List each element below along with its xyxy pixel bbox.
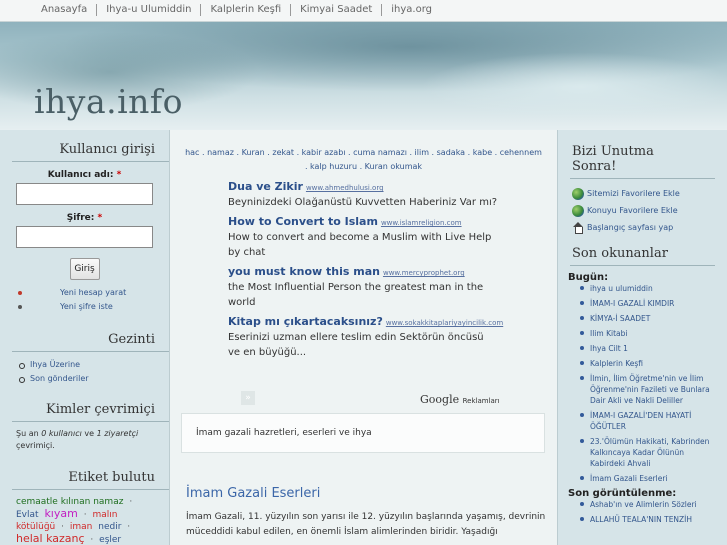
ad-title[interactable]: Dua ve Zikir www.ahmedhulusi.org [228, 180, 557, 193]
navigation-block: Gezinti Ihya Üzerine Son gönderiler [0, 332, 169, 386]
ad-description: Beyninizdeki Olağanüstü Kuvvetten Haberi… [228, 197, 498, 208]
views-label: Son görüntülenme: [568, 488, 677, 499]
username-label: Kullanıcı adı: * [47, 170, 122, 180]
bookmark-title: Bizi Unutma Sonra! [570, 144, 715, 179]
nav-link-ihya-org[interactable]: ihya.org [382, 4, 441, 16]
article-title[interactable]: İmam Gazali Eserleri [186, 486, 320, 501]
home-icon [572, 221, 584, 234]
tag-link[interactable]: cemaatle kılınan namaz [16, 497, 123, 507]
top-nav-list: Anasayfa Ihya-u Ulumiddin Kalplerin Keşf… [0, 0, 727, 16]
add-topic-favorites-link[interactable]: Konuyu Favorilere Ekle [572, 202, 727, 219]
site-title[interactable]: ihya.info [34, 82, 183, 121]
list-item[interactable]: Ilim Kitabi [580, 328, 717, 339]
category-tags[interactable]: hac . namaz . Kuran . zekat . kabir azab… [170, 130, 557, 174]
username-field[interactable] [16, 183, 153, 205]
list-item[interactable]: İMAM-I GAZALİ KIMDIR [580, 298, 717, 309]
ad-url[interactable]: www.mercyprophet.org [383, 269, 465, 277]
google-ads-badge[interactable]: Google Reklamları [420, 393, 500, 406]
bullet-icon [18, 305, 22, 309]
ad-item[interactable]: Dua ve Zikir www.ahmedhulusi.org Beyniniz… [228, 180, 557, 210]
list-item[interactable]: İMAM-I GAZALİ'DEN HAYATİ ÖĞÜTLER [580, 410, 717, 432]
bullet-icon [18, 291, 22, 295]
top-navigation: Anasayfa Ihya-u Ulumiddin Kalplerin Keşf… [0, 0, 727, 22]
left-sidebar: Kullanıcı girişi Kullanıcı adı: * Şifre:… [0, 130, 169, 545]
nav-link-kalplerin-kesfi[interactable]: Kalplerin Keşfi [201, 4, 292, 16]
site-header: ihya.info [0, 22, 727, 130]
ad-url[interactable]: www.islamreligion.com [381, 219, 462, 227]
ad-item[interactable]: you must know this man www.mercyprophet.o… [228, 265, 557, 310]
list-item[interactable]: İmam Gazali Eserleri [580, 473, 717, 484]
nav-link-kimyai-saadet[interactable]: Kimyai Saadet [291, 4, 383, 16]
tag-link[interactable]: helal kazanç [16, 532, 85, 545]
login-block: Kullanıcı girişi Kullanıcı adı: * Şifre:… [0, 130, 169, 314]
tag-separator: · [90, 535, 94, 545]
tag-separator: · [61, 522, 65, 532]
ad-description: Eserinizi uzman ellere teslim edin Sektö… [228, 332, 484, 358]
tag-cloud: cemaatle kılınan namaz · Evlat kıyam · m… [0, 496, 169, 545]
tag-separator: · [83, 510, 87, 520]
online-title: Kimler çevrimiçi [12, 402, 169, 422]
list-item[interactable]: Ihya Cilt 1 [580, 343, 717, 354]
ad-description: the Most Influential Person the greatest… [228, 282, 484, 308]
ad-title[interactable]: you must know this man www.mercyprophet.o… [228, 265, 557, 278]
list-item[interactable]: ALLAHÜ TEALA'NIN TENZİH [580, 514, 717, 525]
globe-icon [572, 187, 584, 200]
right-sidebar: Bizi Unutma Sonra! Sitemizi Favorilere E… [558, 130, 727, 545]
header-texture [420, 52, 727, 122]
article-text: İmam Gazali, 11. yüzyılın son yarısı ile… [186, 512, 546, 537]
nav-link-ihya-u-ulumiddin[interactable]: Ihya-u Ulumiddin [97, 4, 202, 16]
create-account-link[interactable]: Yeni hesap yarat [0, 286, 169, 300]
list-item[interactable]: 23.'Ölümün Hakikati, Kabrinden Kalkıncay… [580, 436, 717, 469]
list-item[interactable]: Ashab'ın ve Alimlerin Sözleri [580, 499, 717, 510]
login-links: Yeni hesap yarat Yeni şifre iste [0, 286, 169, 314]
password-field[interactable] [16, 226, 153, 248]
ad-item[interactable]: Kitap mı çıkartacaksınız? www.sokakkitapl… [228, 315, 557, 360]
list-item[interactable]: Kalplerin Keşfi [580, 358, 717, 369]
online-status-text: Şu an 0 kullanıcı ve 1 ziyaretçi çevrimi… [16, 429, 139, 450]
bookmark-list: Sitemizi Favorilere Ekle Konuyu Favorile… [558, 185, 727, 236]
today-list: ihya u ulumiddin İMAM-I GAZALİ KIMDIR Kİ… [558, 283, 727, 484]
tag-separator: · [129, 497, 133, 507]
google-ads: Dua ve Zikir www.ahmedhulusi.org Beyniniz… [170, 174, 557, 360]
tag-link[interactable]: nedir [98, 522, 121, 532]
intro-box: İmam gazali hazretleri, eserleri ve ihya [181, 413, 545, 453]
ad-title[interactable]: Kitap mı çıkartacaksınız? www.sokakkitapl… [228, 315, 557, 328]
add-site-favorites-link[interactable]: Sitemizi Favorilere Ekle [572, 185, 727, 202]
nav-item-ihya-uzerine[interactable]: Ihya Üzerine [18, 358, 169, 372]
nav-item-son-gonderiler[interactable]: Son gönderiler [18, 372, 169, 386]
request-password-link[interactable]: Yeni şifre iste [0, 300, 169, 314]
tag-link[interactable]: kıyam [44, 507, 77, 520]
tag-link[interactable]: Evlat [16, 510, 39, 520]
tag-cloud-block: Etiket bulutu cemaatle kılınan namaz · E… [0, 470, 169, 545]
bookmark-block: Bizi Unutma Sonra! Sitemizi Favorilere E… [558, 130, 727, 236]
navigation-list: Ihya Üzerine Son gönderiler [0, 358, 169, 386]
ad-description: How to convert and become a Muslim with … [228, 232, 492, 258]
recent-block: Son okunanlar Bugün: ihya u ulumiddin İM… [558, 246, 727, 525]
tag-separator: · [127, 522, 131, 532]
set-homepage-link[interactable]: Başlangıç sayfası yap [572, 219, 727, 236]
nav-link-home[interactable]: Anasayfa [32, 4, 98, 16]
ad-url[interactable]: www.ahmedhulusi.org [306, 184, 384, 192]
main-content: hac . namaz . Kuran . zekat . kabir azab… [169, 130, 558, 545]
ad-next-arrow-icon[interactable]: » [241, 391, 255, 405]
tag-cloud-title: Etiket bulutu [12, 470, 169, 490]
ad-item[interactable]: How to Convert to Islam www.islamreligion… [228, 215, 557, 260]
list-item[interactable]: KİMYA-İ SAADET [580, 313, 717, 324]
password-label: Şifre: * [66, 213, 103, 223]
tag-link[interactable]: eşler [99, 535, 121, 545]
ad-title[interactable]: How to Convert to Islam www.islamreligion… [228, 215, 557, 228]
today-label: Bugün: [568, 272, 609, 283]
globe-icon [572, 204, 584, 217]
login-button[interactable]: Giriş [69, 258, 100, 280]
list-item[interactable]: İlmin, İlim Öğretme'nin ve İlim Öğrenme'… [580, 373, 717, 406]
recent-title: Son okunanlar [570, 246, 715, 266]
login-title: Kullanıcı girişi [12, 142, 169, 162]
list-item[interactable]: ihya u ulumiddin [580, 283, 717, 294]
tag-link[interactable]: iman [70, 522, 93, 532]
ad-url[interactable]: www.sokakkitaplariyayincilik.com [386, 319, 503, 327]
online-block: Kimler çevrimiçi Şu an 0 kullanıcı ve 1 … [0, 402, 169, 452]
views-list: Ashab'ın ve Alimlerin Sözleri ALLAHÜ TEA… [558, 499, 727, 525]
navigation-title: Gezinti [12, 332, 169, 352]
